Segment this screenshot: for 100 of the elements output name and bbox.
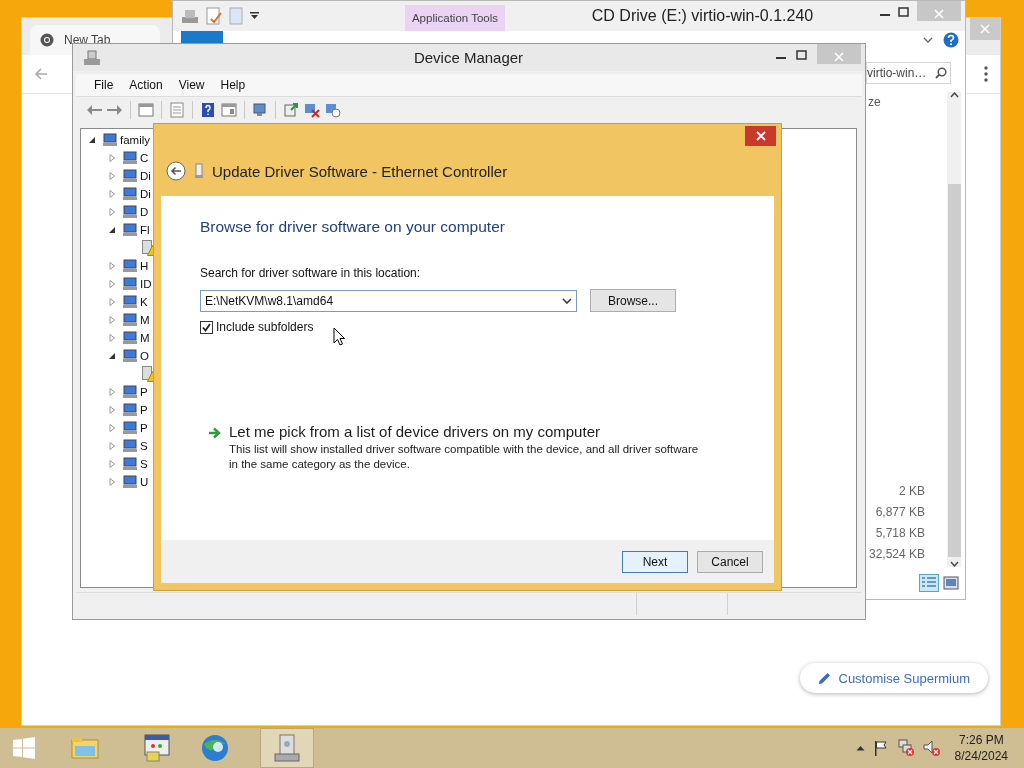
remove-icon[interactable] [304,102,320,118]
tree-item-label[interactable]: M [140,314,150,326]
taskbar-button[interactable] [260,728,314,768]
tree-item-label[interactable]: S [140,458,148,470]
collapsed-triangle-icon[interactable] [108,478,116,486]
tree-item-label[interactable]: K [140,296,148,308]
device-icon [122,204,138,220]
window-title: CD Drive (E:) virtio-win-0.1.240 [590,7,815,25]
flag-icon[interactable] [872,740,889,756]
expanded-triangle-icon[interactable] [88,136,96,144]
dialog-title: Update Driver Software - Ethernet Controller [212,162,508,180]
maximize-icon[interactable] [898,7,909,17]
search-icon[interactable] [935,67,947,79]
collapsed-triangle-icon[interactable] [108,406,116,414]
device-icon [122,474,138,490]
up-caret-icon[interactable] [855,745,865,751]
collapsed-triangle-icon[interactable] [108,208,116,216]
expanded-triangle-icon[interactable] [108,352,116,360]
collapsed-triangle-icon[interactable] [108,424,116,432]
menu-icon[interactable] [984,66,988,82]
document-icon[interactable] [206,7,222,25]
device-icon [122,222,138,238]
tree-item-label[interactable]: M [140,332,150,344]
network-adapter-icon [194,163,204,179]
maximize-icon[interactable] [796,50,807,60]
chevron-down-icon[interactable] [923,36,933,43]
dialog-button[interactable]: Next [622,550,688,573]
dialog-button[interactable]: Cancel [697,550,763,573]
window-icon[interactable] [221,102,237,118]
update-icon[interactable] [283,102,299,118]
scroll-down-icon[interactable] [949,561,959,567]
tree-item-label[interactable]: S [140,440,148,452]
tree-item-label[interactable]: ID [140,278,152,290]
collapsed-triangle-icon[interactable] [108,334,116,342]
location-field[interactable]: E:\NetKVM\w8.1\amd64 [200,289,577,312]
collapsed-triangle-icon[interactable] [108,298,116,306]
collapsed-triangle-icon[interactable] [108,316,116,324]
column-header[interactable]: ze [866,92,947,112]
tree-item-label[interactable]: Fl [140,224,150,236]
browse-button[interactable]: Browse... [590,289,676,312]
expanded-triangle-icon[interactable] [108,226,116,234]
list-icon[interactable] [169,102,185,118]
customise-button[interactable]: Customise Supermium [799,663,988,693]
checkbox[interactable] [200,320,213,334]
dropdown-caret-icon[interactable] [562,297,572,304]
close-icon [934,9,944,19]
forward-arrow-icon[interactable] [107,102,123,118]
menu-item[interactable]: File [86,78,122,92]
help-icon[interactable] [943,31,959,48]
computer-icon [271,732,303,764]
help-icon[interactable] [200,102,216,118]
windows-logo-icon [12,736,36,760]
collapsed-triangle-icon[interactable] [108,460,116,468]
collapsed-triangle-icon[interactable] [108,172,116,180]
collapsed-triangle-icon[interactable] [108,388,116,396]
monitor-icon[interactable] [252,102,268,118]
mouse-pointer-icon [333,327,345,346]
large-icons-view-icon[interactable] [943,576,959,590]
close-button[interactable] [745,126,776,146]
scrollbar-thumb[interactable] [947,184,961,557]
dropdown-caret-icon[interactable] [250,12,259,20]
tree-item-label[interactable]: P [140,422,148,434]
menu-item[interactable]: Action [121,78,171,92]
search-field[interactable]: virtio-win… [866,62,951,84]
driver-list-link[interactable]: Let me pick from a list of device drivers on my computer [229,423,699,440]
drive-icon[interactable] [181,8,199,24]
menu-item[interactable]: Help [212,78,254,92]
back-arrow-icon [34,68,48,80]
tree-item-label[interactable]: U [140,476,149,488]
clock-date[interactable]: 8/24/2024 [954,748,1008,764]
link-description: This list will show installed driver software compatible with the device, and all driver software in the same category as the device. [229,442,699,472]
collapsed-triangle-icon[interactable] [108,280,116,288]
collapsed-triangle-icon[interactable] [108,190,116,198]
device-icon [122,312,138,328]
tree-item-label[interactable]: Di [140,188,151,200]
tree-item-label[interactable]: O [140,350,149,362]
checkbox-label[interactable]: Include subfolders [216,320,314,334]
speaker-icon[interactable] [922,739,941,757]
ribbon-tab[interactable]: Application Tools [405,5,505,31]
file-size-cell-text: 2 KB [898,483,926,500]
details-view-icon[interactable] [921,576,937,590]
tree-item-label[interactable]: Di [140,170,151,182]
tree-item-label[interactable]: family [120,134,151,146]
tree-item-label[interactable]: P [140,404,148,416]
clock-time[interactable]: 7:26 PM [958,732,1004,748]
collapsed-triangle-icon[interactable] [108,154,116,162]
tree-item-label[interactable]: P [140,386,148,398]
menu-item[interactable]: View [170,78,213,92]
scroll-up-icon[interactable] [949,92,959,98]
collapsed-triangle-icon[interactable] [108,262,116,270]
network-icon[interactable] [896,739,915,757]
tree-item-label[interactable]: D [140,206,149,218]
window-icon[interactable] [138,102,154,118]
collapsed-triangle-icon[interactable] [108,442,116,450]
scan-icon[interactable] [325,102,341,118]
device-icon [122,186,138,202]
tree-item-label[interactable]: C [140,152,149,164]
close-icon [755,131,766,141]
tree-item-label[interactable]: H [140,260,149,272]
computer-icon [83,49,101,66]
